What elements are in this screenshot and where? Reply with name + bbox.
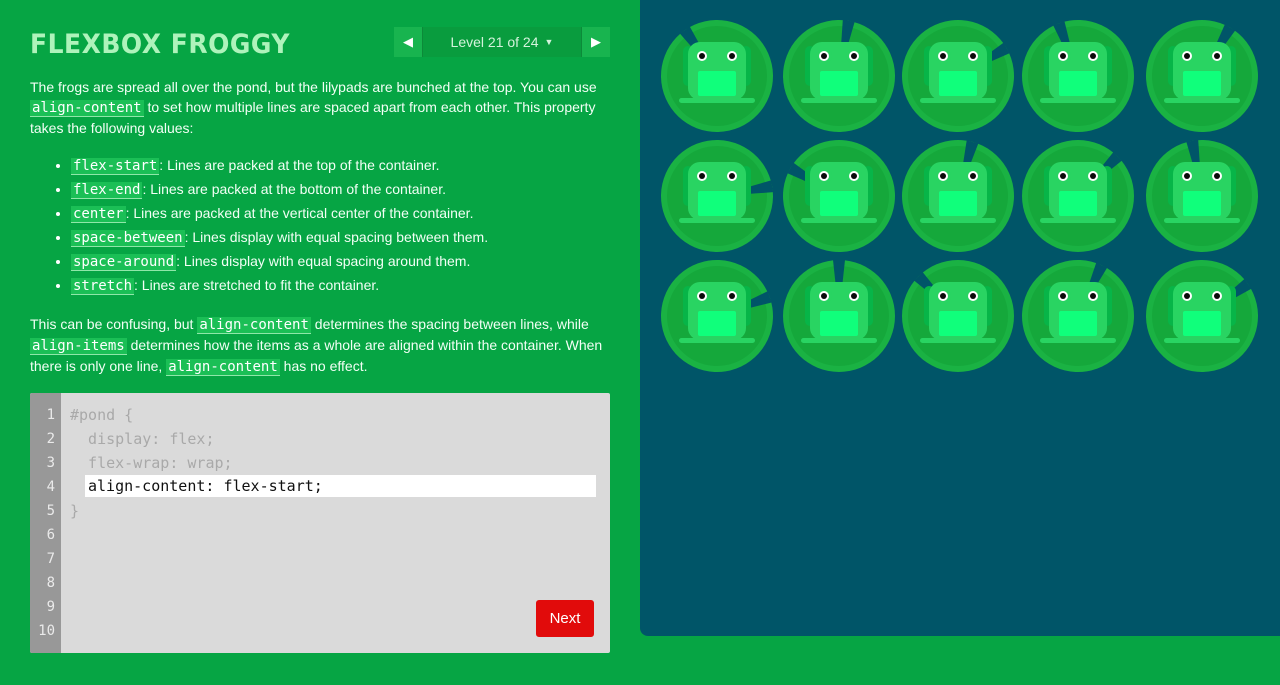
arrow-right-icon: ▶ bbox=[591, 34, 601, 49]
lilypad bbox=[1142, 256, 1262, 376]
frog bbox=[679, 42, 755, 103]
frog bbox=[920, 282, 996, 343]
lilypad bbox=[898, 256, 1018, 376]
lilypad-frog-graphic bbox=[661, 140, 774, 252]
lilypad bbox=[1018, 256, 1138, 376]
code-display: #pond { display: flex; flex-wrap: wrap; … bbox=[70, 403, 600, 523]
lilypad bbox=[898, 16, 1018, 136]
frog bbox=[920, 42, 996, 103]
line-number: 6 bbox=[46, 527, 55, 543]
intro-paragraph: The frogs are spread all over the pond, … bbox=[30, 79, 597, 136]
level-label: Level 21 of 24 bbox=[450, 34, 539, 50]
level-navigation: ◀ Level 21 of 24 ▼ ▶ bbox=[394, 27, 610, 57]
code-line: #pond { bbox=[70, 406, 134, 424]
line-number: 9 bbox=[46, 599, 55, 615]
lilypad-frog-graphic bbox=[902, 260, 1014, 372]
code-snippet: stretch bbox=[71, 278, 135, 295]
lilypad-frog-graphic bbox=[661, 260, 773, 372]
lilypad-frog-graphic bbox=[1146, 19, 1258, 132]
line-number: 5 bbox=[46, 503, 55, 519]
code-line: } bbox=[70, 502, 80, 520]
lilypad bbox=[657, 16, 777, 136]
code-snippet: align-items bbox=[30, 338, 127, 355]
values-list: flex-start: Lines are packed at the top … bbox=[30, 154, 610, 298]
next-level-button[interactable]: ▶ bbox=[581, 27, 610, 57]
list-item: flex-start: Lines are packed at the top … bbox=[56, 154, 610, 178]
frog bbox=[1040, 162, 1116, 223]
frog bbox=[801, 42, 877, 103]
line-number: 1 bbox=[46, 407, 55, 423]
lilypad bbox=[779, 256, 899, 376]
next-button[interactable]: Next bbox=[536, 600, 594, 637]
instructions-panel: FLEXBOX FROGGY ◀ Level 21 of 24 ▼ ▶ The … bbox=[30, 0, 610, 685]
frog bbox=[920, 162, 996, 223]
pond bbox=[640, 0, 1280, 636]
lilypad bbox=[1142, 136, 1262, 256]
lilypad-frog-graphic bbox=[1146, 139, 1258, 252]
line-number: 2 bbox=[46, 431, 55, 447]
lilypad bbox=[779, 16, 899, 136]
line-number-gutter: 1 2 3 4 5 6 7 8 9 10 bbox=[30, 393, 61, 653]
lilypad-frog-graphic bbox=[661, 20, 773, 132]
instructions-text: The frogs are spread all over the pond, … bbox=[30, 77, 610, 377]
lilypad-frog-graphic bbox=[1146, 260, 1258, 372]
lilypad-frog-graphic bbox=[1022, 260, 1134, 372]
line-number: 10 bbox=[38, 623, 55, 639]
list-item: flex-end: Lines are packed at the bottom… bbox=[56, 178, 610, 202]
previous-level-button[interactable]: ◀ bbox=[394, 27, 423, 57]
list-item: stretch: Lines are stretched to fit the … bbox=[56, 274, 610, 298]
frog bbox=[679, 282, 755, 343]
frog bbox=[1040, 282, 1116, 343]
lilypad bbox=[1018, 136, 1138, 256]
css-editor: 1 2 3 4 5 6 7 8 9 10 #pond { display: fl… bbox=[30, 393, 610, 653]
level-dropdown[interactable]: Level 21 of 24 ▼ bbox=[423, 27, 581, 57]
lilypad-frog-graphic bbox=[783, 260, 895, 372]
list-item: space-between: Lines display with equal … bbox=[56, 226, 610, 250]
frog bbox=[1164, 162, 1240, 223]
lilypad-frog-graphic bbox=[783, 19, 895, 132]
code-snippet: flex-start bbox=[71, 158, 160, 175]
lilypad-frog-graphic bbox=[1022, 140, 1134, 252]
line-number: 3 bbox=[46, 455, 55, 471]
chevron-down-icon: ▼ bbox=[544, 37, 554, 47]
app-logo: FLEXBOX FROGGY bbox=[30, 29, 290, 60]
lilypad bbox=[657, 136, 777, 256]
lilypad bbox=[657, 256, 777, 376]
lilypad-frog-graphic bbox=[902, 140, 1014, 252]
lilypad bbox=[1142, 16, 1262, 136]
line-number: 8 bbox=[46, 575, 55, 591]
frog bbox=[1040, 42, 1116, 103]
lilypad bbox=[898, 136, 1018, 256]
code-snippet: center bbox=[71, 206, 126, 223]
frog bbox=[1164, 282, 1240, 343]
lilypad-frog-graphic bbox=[783, 140, 895, 252]
code-snippet: space-around bbox=[71, 254, 177, 271]
frog bbox=[1164, 42, 1240, 103]
lilypad-frog-graphic bbox=[902, 19, 1014, 132]
arrow-left-icon: ◀ bbox=[403, 34, 413, 49]
code-snippet: align-content bbox=[30, 100, 144, 117]
code-snippet: space-between bbox=[71, 230, 185, 247]
lilypad bbox=[1018, 16, 1138, 136]
lilypad bbox=[779, 136, 899, 256]
code-snippet: flex-end bbox=[71, 182, 143, 199]
list-item: space-around: Lines display with equal s… bbox=[56, 250, 610, 274]
frog bbox=[679, 162, 755, 223]
css-code-input[interactable] bbox=[85, 475, 596, 497]
frog bbox=[801, 282, 877, 343]
list-item: center: Lines are packed at the vertical… bbox=[56, 202, 610, 226]
lilypad-frog-graphic bbox=[1022, 20, 1134, 132]
code-snippet: align-content bbox=[197, 317, 311, 334]
code-line: flex-wrap: wrap; bbox=[70, 454, 233, 472]
line-number: 7 bbox=[46, 551, 55, 567]
code-snippet: align-content bbox=[166, 359, 280, 376]
line-number: 4 bbox=[46, 479, 55, 495]
frog bbox=[801, 162, 877, 223]
code-line: display: flex; bbox=[70, 430, 215, 448]
outro-paragraph: This can be confusing, but align-content… bbox=[30, 316, 603, 376]
